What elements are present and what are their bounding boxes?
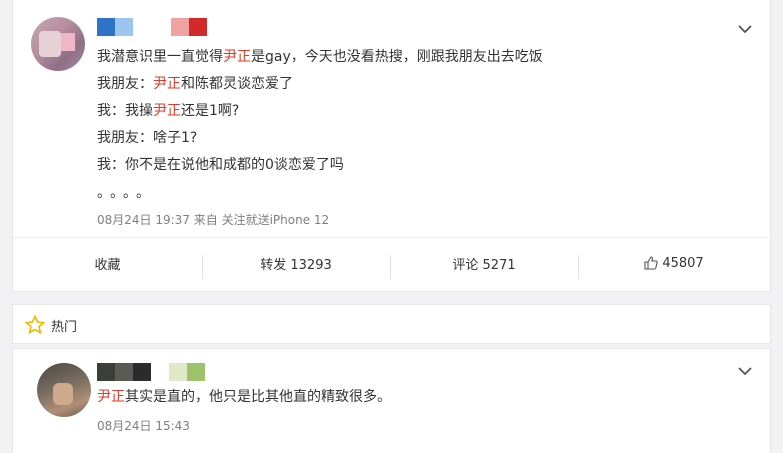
name-block xyxy=(115,18,133,36)
post-line: 我：你不是在说他和成都的0谈恋爱了吗 xyxy=(97,157,344,173)
chevron-down-icon[interactable] xyxy=(736,365,754,377)
name-block xyxy=(97,18,115,36)
name-block xyxy=(133,363,151,381)
thumbs-up-icon xyxy=(644,256,659,270)
name-block xyxy=(187,363,205,381)
name-block xyxy=(115,363,133,381)
post-meta: 08月24日 19:37 来自 关注就送iPhone 12 xyxy=(97,213,330,227)
chevron-down-icon[interactable] xyxy=(736,23,754,35)
name-block xyxy=(171,18,189,36)
like-button[interactable]: 45807 xyxy=(578,238,770,288)
repost-label: 转发 13293 xyxy=(260,257,332,273)
favorite-label: 收藏 xyxy=(94,257,121,273)
post-line: 我：我操尹正还是1啊? xyxy=(97,103,240,119)
repost-button[interactable]: 转发 13293 xyxy=(202,238,390,288)
comment-card: 尹正其实是直的，他只是比其他直的精致很多。 08月24日 15:43 xyxy=(12,348,771,453)
name-block xyxy=(153,18,171,36)
post-line: 我潜意识里一直觉得尹正是gay，今天也没看热搜，刚跟我朋友出去吃饭 xyxy=(97,49,543,65)
hot-section-header: 热门 xyxy=(12,304,771,344)
name-block xyxy=(151,363,169,381)
comment-label: 评论 5271 xyxy=(452,257,516,273)
name-block xyxy=(133,18,153,36)
like-count: 45807 xyxy=(662,255,704,271)
comment-username-blurred[interactable] xyxy=(97,363,205,381)
name-block xyxy=(189,18,207,36)
post-line: 我朋友：啥子1? xyxy=(97,130,198,146)
star-icon xyxy=(25,315,45,335)
avatar[interactable] xyxy=(31,17,85,71)
post-card: 我潜意识里一直觉得尹正是gay，今天也没看热搜，刚跟我朋友出去吃饭 我朋友：尹正… xyxy=(12,0,771,292)
favorite-button[interactable]: 收藏 xyxy=(13,238,202,288)
post-line: 我朋友：尹正和陈都灵谈恋爱了 xyxy=(97,76,293,92)
comment-meta: 08月24日 15:43 xyxy=(97,419,190,433)
comment-text: 尹正其实是直的，他只是比其他直的精致很多。 xyxy=(97,389,391,405)
username-blurred[interactable] xyxy=(97,18,207,36)
name-block xyxy=(97,363,115,381)
post-action-bar: 收藏 转发 13293 评论 5271 45807 xyxy=(13,237,770,287)
comment-avatar[interactable] xyxy=(37,363,91,417)
name-block xyxy=(169,363,187,381)
comment-button[interactable]: 评论 5271 xyxy=(390,238,578,288)
hot-label: 热门 xyxy=(51,320,78,335)
post-line: 。。。。 xyxy=(97,185,156,201)
